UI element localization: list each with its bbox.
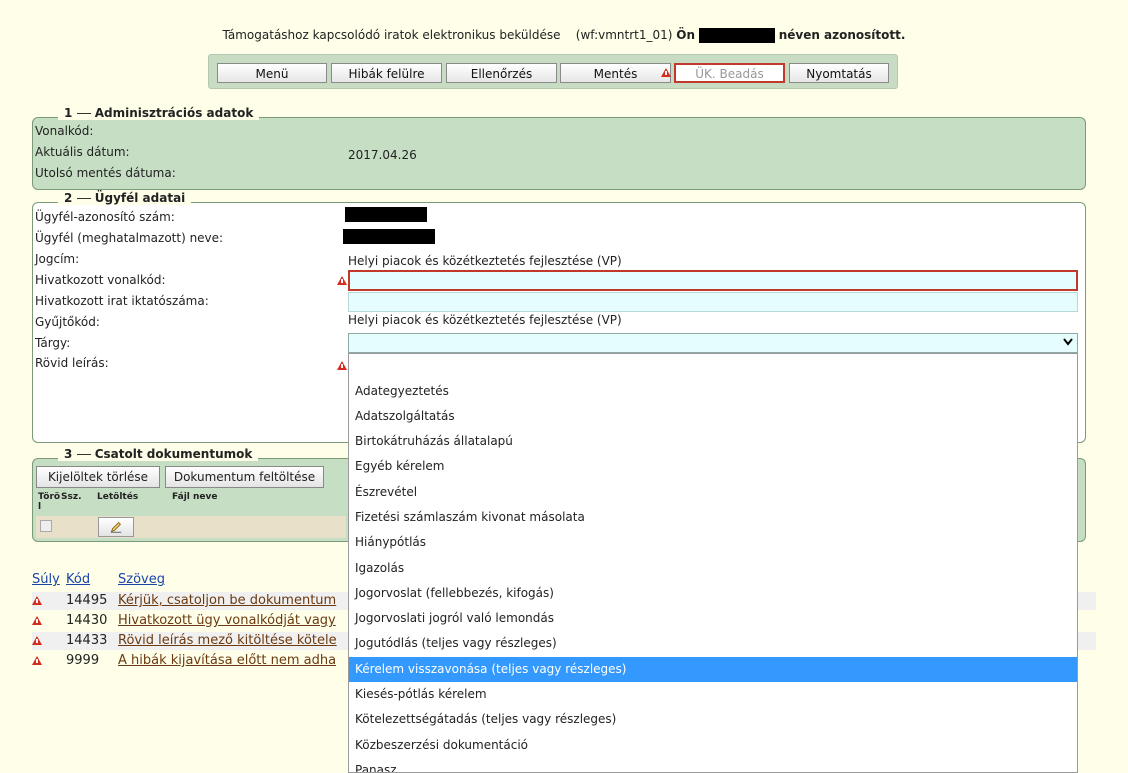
ref-barcode-input[interactable] — [348, 270, 1078, 291]
ref-barcode-label: Hivatkozott vonalkód: — [35, 273, 166, 287]
dropdown-option[interactable]: Jogutódlás (teljes vagy részleges) — [349, 631, 1077, 656]
column-file-name: Fájl neve — [172, 492, 218, 502]
column-number: Ssz. — [61, 492, 82, 502]
section2-title: Ügyfél adatai — [94, 191, 186, 205]
ref-reg-label: Hivatkozott irat iktatószáma: — [35, 294, 209, 308]
client-name-label: Ügyfél (meghatalmazott) neve: — [35, 231, 224, 245]
error-code: 14430 — [66, 613, 108, 628]
dropdown-option[interactable]: Észrevétel — [349, 480, 1077, 505]
targy-label: Tárgy: — [35, 336, 71, 350]
dropdown-option[interactable]: Közbeszerzési dokumentáció — [349, 733, 1077, 758]
dropdown-option[interactable]: Jogorvoslati jogról való lemondás — [349, 606, 1077, 631]
dropdown-option[interactable]: Kiesés-pótlás kérelem — [349, 682, 1077, 707]
page-title: Támogatáshoz kapcsolódó iratok elektroni… — [222, 28, 561, 42]
warning-icon — [32, 596, 42, 605]
jogcim-value: Helyi piacok és közétkeztetés fejlesztés… — [348, 254, 622, 268]
delete-selected-button[interactable]: Kijelöltek törlése — [36, 466, 160, 488]
pencil-icon — [110, 522, 122, 533]
error-link[interactable]: Rövid leírás mező kitöltése kötele — [118, 633, 337, 648]
error-code: 9999 — [66, 653, 100, 668]
section1-number: 1 — [64, 106, 73, 120]
warning-icon — [32, 616, 42, 625]
section1-title: Adminisztrációs adatok — [94, 106, 254, 120]
redacted-client-name — [343, 229, 435, 244]
edit-button[interactable] — [98, 517, 134, 537]
attachment-row — [36, 516, 346, 538]
workflow-code: (wf:vmntrt1_01) — [575, 28, 673, 42]
jogcim-label: Jogcím: — [35, 252, 80, 266]
column-delete: Törö l — [38, 492, 61, 512]
check-button[interactable]: Ellenőrzés — [446, 63, 557, 83]
error-code: 14495 — [66, 593, 108, 608]
gyujto-value: Helyi piacok és közétkeztetés fejlesztés… — [348, 313, 622, 327]
section3-legend: 3 Csatolt dokumentumok — [58, 447, 259, 461]
text-header[interactable]: Szöveg — [118, 572, 165, 587]
warning-icon — [32, 656, 42, 665]
row-checkbox[interactable] — [40, 520, 52, 532]
section1-legend: 1 Adminisztrációs adatok — [58, 106, 260, 120]
submit-button[interactable]: ÜK. Beadás — [674, 63, 785, 83]
admin-data-panel — [32, 117, 1086, 190]
section3-title: Csatolt dokumentumok — [94, 447, 253, 461]
errors-top-button[interactable]: Hibák felülre — [331, 63, 442, 83]
warning-icon — [661, 68, 671, 77]
identified-label: néven azonosított. — [778, 28, 906, 42]
dropdown-option-selected[interactable]: Kérelem visszavonása (teljes vagy részle… — [349, 657, 1077, 682]
dropdown-option[interactable]: Adategyeztetés — [349, 379, 1077, 404]
ref-reg-input[interactable] — [348, 292, 1078, 312]
dropdown-option[interactable]: Igazolás — [349, 556, 1077, 581]
warning-icon — [337, 276, 347, 285]
dropdown-option[interactable]: Egyéb kérelem — [349, 454, 1077, 479]
error-link[interactable]: A hibák kijavítása előtt nem adha — [118, 653, 336, 668]
menu-button[interactable]: Menü — [217, 63, 327, 83]
upload-document-button[interactable]: Dokumentum feltöltése — [165, 466, 324, 488]
on-label: Ön — [676, 28, 696, 42]
dropdown-option[interactable]: Kötelezettségátadás (teljes vagy részleg… — [349, 707, 1077, 732]
dropdown-option[interactable]: Fizetési számlaszám kivonat másolata — [349, 505, 1077, 530]
column-download: Letöltés — [97, 492, 139, 502]
save-button[interactable]: Mentés — [560, 63, 671, 83]
dropdown-option[interactable]: Birtokátruházás állatalapú — [349, 429, 1077, 454]
dropdown-option[interactable]: Hiánypótlás — [349, 530, 1077, 555]
section2-number: 2 — [64, 191, 73, 205]
targy-dropdown-list: Adategyeztetés Adatszolgáltatás Birtokát… — [348, 353, 1078, 773]
section3-number: 3 — [64, 447, 73, 461]
targy-select[interactable] — [348, 333, 1078, 353]
error-link[interactable]: Hivatkozott ügy vonalkódját vagy — [118, 613, 336, 628]
barcode-label: Vonalkód: — [35, 124, 94, 138]
warning-icon — [337, 361, 347, 370]
attachments-table-header: Törö l Ssz. Letöltés Fájl neve — [36, 490, 346, 516]
weight-header[interactable]: Súly — [32, 572, 60, 587]
chevron-down-icon — [1063, 338, 1073, 346]
redacted-user-name — [698, 28, 775, 43]
client-id-label: Ügyfél-azonosító szám: — [35, 210, 175, 224]
page-header: Támogatáshoz kapcsolódó iratok elektroni… — [0, 28, 1128, 43]
dropdown-option[interactable]: Panasz — [349, 758, 1077, 772]
code-header[interactable]: Kód — [66, 572, 90, 587]
error-code: 14433 — [66, 633, 108, 648]
gyujto-label: Gyűjtőkód: — [35, 315, 100, 329]
error-link[interactable]: Kérjük, csatoljon be dokumentum — [118, 593, 336, 608]
current-date-label: Aktuális dátum: — [35, 145, 130, 159]
redacted-client-id — [345, 207, 427, 222]
current-date-value: 2017.04.26 — [348, 148, 417, 162]
dropdown-option[interactable]: Jogorvoslat (fellebbezés, kifogás) — [349, 581, 1077, 606]
print-button[interactable]: Nyomtatás — [789, 63, 889, 83]
section2-legend: 2 Ügyfél adatai — [58, 191, 192, 205]
warning-icon — [32, 636, 42, 645]
last-save-label: Utolsó mentés dátuma: — [35, 166, 176, 180]
rovid-label: Rövid leírás: — [35, 356, 109, 370]
dropdown-option[interactable]: Adatszolgáltatás — [349, 404, 1077, 429]
toolbar: Menü Hibák felülre Ellenőrzés Mentés ÜK.… — [208, 54, 898, 89]
